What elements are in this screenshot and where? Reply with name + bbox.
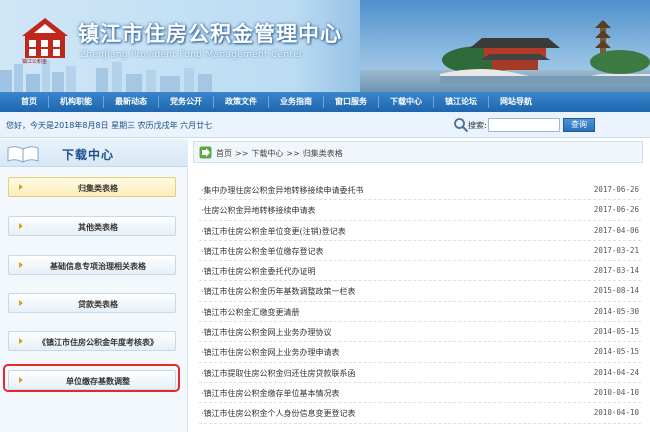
arrow-right-icon bbox=[19, 300, 23, 306]
temple-scenery-graphic bbox=[440, 20, 650, 84]
nav-forum[interactable]: 镇江论坛 bbox=[434, 96, 489, 108]
arrow-right-icon bbox=[19, 223, 23, 229]
list-item-date: 2014-05-15 bbox=[593, 347, 639, 357]
list-item: ·住房公积金异地转移接续申请表 2017-06-26 bbox=[199, 200, 641, 221]
breadcrumb-current: 归集类表格 bbox=[302, 149, 343, 158]
arrow-circle-icon bbox=[199, 146, 212, 159]
site-subtitle: Zhenjiang Provident Fund Management Cent… bbox=[80, 50, 304, 60]
nav-home[interactable]: 首页 bbox=[10, 96, 49, 108]
sidebar-item-annual-assessment[interactable]: 《镇江市住房公积金年度考核表》 bbox=[8, 331, 176, 351]
list-item-date: 2017-03-14 bbox=[593, 266, 639, 276]
arrow-right-icon bbox=[19, 184, 23, 190]
list-item-date: 2014-04-24 bbox=[593, 367, 639, 377]
list-item: ·镇江市住房公积金个人身份信息变更登记表 2010-04-10 bbox=[199, 403, 641, 424]
list-item-link[interactable]: ·住房公积金异地转移接续申请表 bbox=[201, 205, 316, 216]
nav-sitemap[interactable]: 网站导航 bbox=[489, 96, 543, 108]
site-banner: 镇江公积金 镇江市住房公积金管理中心 Zhenjiang Provident F… bbox=[0, 0, 650, 92]
download-list: ·集中办理住房公积金异地转移接续申请委托书 2017-06-26 ·住房公积金异地… bbox=[199, 180, 641, 424]
list-item-date: 2015-08-14 bbox=[593, 286, 639, 296]
list-item-date: 2010-04-10 bbox=[593, 408, 639, 418]
list-item-date: 2017-06-26 bbox=[593, 185, 639, 194]
list-item-date: 2014-05-30 bbox=[593, 306, 639, 316]
list-item-date: 2010-04-10 bbox=[593, 387, 639, 397]
sidebar-item-label: 基础信息专项治理相关表格 bbox=[50, 262, 146, 271]
list-item-link[interactable]: ·镇江市住房公积金历年基数调整政策一栏表 bbox=[201, 286, 356, 297]
search-icon bbox=[454, 118, 469, 133]
list-item-link[interactable]: ·镇江市公积金汇缴变更清册 bbox=[201, 307, 300, 318]
list-item: ·集中办理住房公积金异地转移接续申请委托书 2017-06-26 bbox=[199, 180, 641, 201]
sidebar-item-other-forms[interactable]: 其他类表格 bbox=[8, 216, 176, 236]
list-item-date: 2014-05-15 bbox=[593, 327, 639, 337]
nav-window-service[interactable]: 窗口服务 bbox=[324, 96, 379, 108]
list-item: ·镇江市住房公积金缴存单位基本情况表 2010-04-10 bbox=[199, 383, 641, 404]
breadcrumb-separator: >> bbox=[286, 149, 300, 158]
sidebar-item-label: 《镇江市住房公积金年度考核表》 bbox=[38, 338, 158, 347]
nav-news[interactable]: 最新动态 bbox=[104, 96, 159, 108]
site-title: 镇江市住房公积金管理中心 bbox=[78, 21, 342, 46]
breadcrumb-trail: 首页 >> 下载中心 >> 归集类表格 bbox=[216, 148, 343, 159]
list-item-link[interactable]: ·镇江市住房公积金缴存单位基本情况表 bbox=[201, 388, 340, 399]
list-item: ·镇江市住房公积金委托代办证明 2017-03-14 bbox=[199, 261, 641, 282]
sidebar-item-label: 贷款类表格 bbox=[78, 300, 118, 309]
breadcrumb-home[interactable]: 首页 bbox=[216, 149, 232, 158]
sidebar-header: 下载中心 bbox=[0, 139, 188, 167]
sidebar-item-basic-info-forms[interactable]: 基础信息专项治理相关表格 bbox=[8, 255, 176, 275]
nav-party-affairs[interactable]: 党务公开 bbox=[159, 96, 214, 108]
date-text: 您好，今天是2018年8月8日 星期三 农历戊戌年 六月廿七 bbox=[6, 121, 213, 130]
search-input[interactable] bbox=[488, 118, 560, 132]
arrow-right-icon bbox=[19, 262, 23, 268]
sidebar-title: 下载中心 bbox=[62, 148, 115, 162]
list-item: ·镇江市住房公积金单位缴存登记表 2017-03-21 bbox=[199, 241, 641, 262]
nav-organization[interactable]: 机构职能 bbox=[49, 96, 104, 108]
info-bar: 您好，今天是2018年8月8日 星期三 农历戊戌年 六月廿七 搜索: 查询 bbox=[0, 112, 650, 138]
list-item-link[interactable]: ·镇江市住房公积金单位变更(注销)登记表 bbox=[201, 226, 346, 237]
list-item: ·镇江市住房公积金网上业务办理协议 2014-05-15 bbox=[199, 322, 641, 343]
list-item: ·镇江市住房公积金历年基数调整政策一栏表 2015-08-14 bbox=[199, 281, 641, 302]
sidebar-item-loan-forms[interactable]: 贷款类表格 bbox=[8, 293, 176, 313]
book-icon bbox=[7, 146, 39, 163]
logo-icon bbox=[22, 18, 68, 58]
breadcrumb-separator: >> bbox=[235, 149, 249, 158]
nav-guide[interactable]: 业务指南 bbox=[269, 96, 324, 108]
search-button[interactable]: 查询 bbox=[563, 118, 595, 132]
highlight-annotation-box bbox=[3, 364, 180, 392]
nav-policy[interactable]: 政策文件 bbox=[214, 96, 269, 108]
sidebar-item-collection-forms[interactable]: 归集类表格 bbox=[8, 177, 176, 197]
list-item-link[interactable]: ·镇江市提取住房公积金归还住房贷款联系函 bbox=[201, 368, 356, 379]
list-item-link[interactable]: ·镇江市住房公积金网上业务办理协议 bbox=[201, 327, 332, 338]
breadcrumb-download[interactable]: 下载中心 bbox=[251, 149, 283, 158]
list-item: ·镇江市公积金汇缴变更清册 2014-05-30 bbox=[199, 302, 641, 323]
main-nav: 首页 机构职能 最新动态 党务公开 政策文件 业务指南 窗口服务 下载中心 镇江… bbox=[0, 92, 650, 112]
sidebar-item-label: 归集类表格 bbox=[78, 184, 118, 193]
list-item-date: 2017-04-06 bbox=[593, 225, 639, 235]
list-item-link[interactable]: ·镇江市住房公积金网上业务办理申请表 bbox=[201, 347, 340, 358]
list-item-link[interactable]: ·集中办理住房公积金异地转移接续申请委托书 bbox=[201, 185, 364, 196]
list-item-date: 2017-03-21 bbox=[593, 245, 639, 255]
list-item: ·镇江市住房公积金单位变更(注销)登记表 2017-04-06 bbox=[199, 221, 641, 241]
sidebar-item-label: 其他类表格 bbox=[78, 223, 118, 232]
list-item-link[interactable]: ·镇江市住房公积金单位缴存登记表 bbox=[201, 246, 324, 257]
list-item: ·镇江市住房公积金网上业务办理申请表 2014-05-15 bbox=[199, 342, 641, 363]
list-item-date: 2017-06-26 bbox=[593, 205, 639, 215]
search-label: 搜索: bbox=[468, 121, 487, 130]
nav-download[interactable]: 下载中心 bbox=[379, 96, 434, 108]
logo-caption: 镇江公积金 bbox=[22, 59, 48, 65]
arrow-right-icon bbox=[19, 338, 23, 344]
list-item-link[interactable]: ·镇江市住房公积金个人身份信息变更登记表 bbox=[201, 408, 356, 419]
list-item: ·镇江市提取住房公积金归还住房贷款联系函 2014-04-24 bbox=[199, 363, 641, 383]
breadcrumb: 首页 >> 下载中心 >> 归集类表格 bbox=[193, 141, 643, 163]
list-item-link[interactable]: ·镇江市住房公积金委托代办证明 bbox=[201, 266, 316, 277]
